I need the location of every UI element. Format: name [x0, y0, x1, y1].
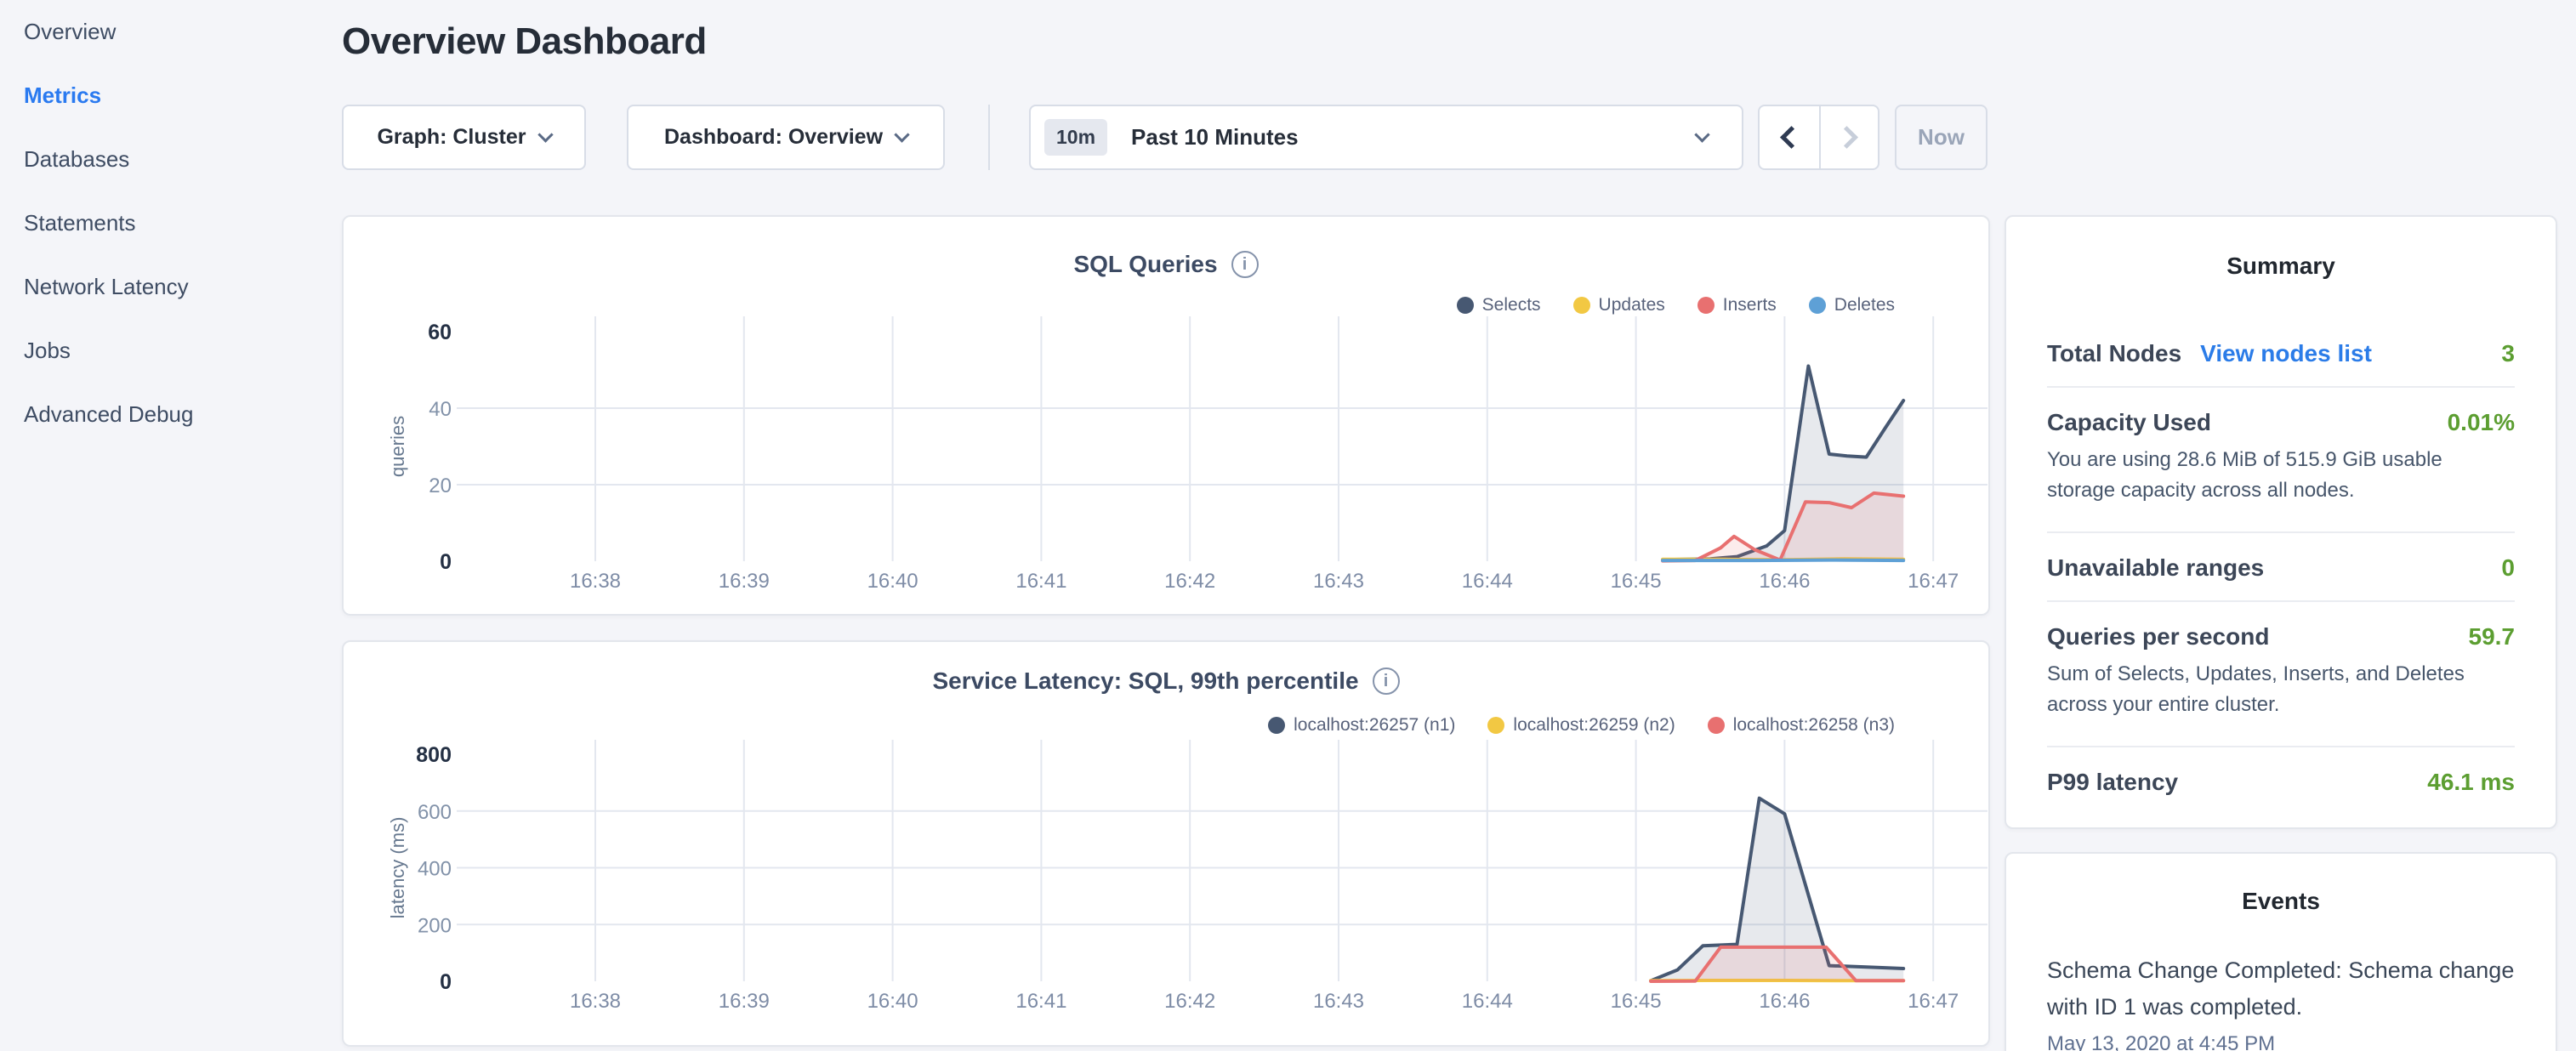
- x-axis-label: 16:40: [867, 990, 918, 1013]
- graph-dropdown-label: Graph: Cluster: [377, 125, 526, 150]
- time-range-badge: 10m: [1044, 119, 1107, 156]
- summary-row-value: 59.7: [2469, 623, 2516, 650]
- summary-row-label: Unavailable ranges: [2047, 554, 2264, 582]
- summary-row-description: Sum of Selects, Updates, Inserts, and De…: [2047, 657, 2515, 734]
- x-axis-label: 16:38: [570, 570, 621, 593]
- x-axis-label: 16:40: [867, 570, 918, 593]
- summary-row-label: Queries per second: [2047, 623, 2269, 650]
- y-axis-label: 20: [429, 474, 452, 497]
- x-axis-label: 16:41: [1015, 570, 1066, 593]
- sidebar-item-jobs[interactable]: Jobs: [0, 319, 340, 383]
- x-axis-label: 16:38: [570, 990, 621, 1013]
- x-axis-label: 16:47: [1908, 990, 1959, 1013]
- view-nodes-list-link[interactable]: View nodes list: [2200, 340, 2372, 367]
- summary-row-description: You are using 28.6 MiB of 515.9 GiB usab…: [2047, 443, 2515, 520]
- x-axis-label: 16:43: [1313, 570, 1364, 593]
- y-axis-label: 40: [429, 398, 452, 421]
- summary-panel: Summary Total Nodes View nodes list 3 Ca…: [2005, 215, 2557, 829]
- x-axis-label: 16:42: [1164, 570, 1215, 593]
- summary-row-unavailable-ranges: Unavailable ranges 0: [2047, 533, 2515, 588]
- x-axis-label: 16:39: [719, 990, 770, 1013]
- summary-rows: Total Nodes View nodes list 3 Capacity U…: [2047, 319, 2515, 803]
- summary-row-value: 3: [2501, 340, 2515, 367]
- x-axis-label: 16:39: [719, 570, 770, 593]
- y-axis-label: 200: [418, 914, 452, 937]
- x-axis-label: 16:43: [1313, 990, 1364, 1013]
- x-axis-label: 16:44: [1462, 990, 1513, 1013]
- series-line: [1663, 560, 1903, 561]
- now-button[interactable]: Now: [1895, 105, 1987, 170]
- admin-ui-page: Overview Metrics Databases Statements Ne…: [0, 0, 2576, 1051]
- events-title: Events: [2047, 888, 2515, 915]
- sidebar-item-statements[interactable]: Statements: [0, 191, 340, 255]
- summary-row-value: 46.1 ms: [2427, 769, 2515, 796]
- dashboard-dropdown[interactable]: Dashboard: Overview: [627, 105, 945, 170]
- y-axis-label: 400: [418, 858, 452, 881]
- chevron-down-icon: [1694, 127, 1709, 142]
- y-axis-label: 0: [440, 550, 452, 574]
- x-axis-label: 16:45: [1611, 570, 1662, 593]
- time-range-dropdown[interactable]: 10m Past 10 Minutes: [1029, 105, 1743, 170]
- y-axis-unit-label: queries: [387, 416, 408, 477]
- x-axis-label: 16:41: [1015, 990, 1066, 1013]
- summary-row-capacity-used: Capacity Used 0.01%: [2047, 388, 2515, 443]
- summary-row-label: Total Nodes: [2047, 340, 2181, 367]
- dashboard-dropdown-label: Dashboard: Overview: [664, 125, 883, 150]
- sidebar-item-databases[interactable]: Databases: [0, 128, 340, 191]
- sidebar-item-overview[interactable]: Overview: [0, 0, 340, 64]
- event-message[interactable]: Schema Change Completed: Schema change w…: [2047, 952, 2515, 1025]
- time-range-label: Past 10 Minutes: [1131, 124, 1299, 151]
- y-axis-unit-label: latency (ms): [387, 817, 408, 919]
- previous-time-button[interactable]: [1760, 106, 1819, 168]
- page-title: Overview Dashboard: [342, 20, 707, 63]
- time-step-buttons: [1758, 105, 1879, 170]
- x-axis-label: 16:46: [1759, 990, 1810, 1013]
- summary-row-p99-latency: P99 latency 46.1 ms: [2047, 747, 2515, 803]
- service-latency-chart: 16:38 16:39 16:40 16:41 16:42 16:43 16:44 16:45…: [344, 642, 1992, 1048]
- summary-row-label: Capacity Used: [2047, 409, 2211, 436]
- graph-dropdown[interactable]: Graph: Cluster: [342, 105, 586, 170]
- sidebar: Overview Metrics Databases Statements Ne…: [0, 0, 340, 1051]
- event-timestamp: May 13, 2020 at 4:45 PM: [2047, 1032, 2515, 1051]
- summary-row-label: P99 latency: [2047, 769, 2178, 796]
- y-axis-label: 0: [440, 970, 452, 994]
- x-axis-label: 16:45: [1611, 990, 1662, 1013]
- sidebar-item-advanced-debug[interactable]: Advanced Debug: [0, 383, 340, 446]
- y-axis-label: 600: [418, 801, 452, 824]
- chevron-down-icon: [894, 127, 909, 142]
- summary-title: Summary: [2047, 253, 2515, 280]
- summary-row-value: 0: [2501, 554, 2515, 582]
- sql-queries-chart-card: SQL Queries i SelectsUpdatesInsertsDelet…: [342, 215, 1990, 616]
- next-time-button[interactable]: [1819, 106, 1879, 168]
- sql-queries-chart: 16:38 16:39 16:40 16:41 16:42 16:43 16:44 16:45…: [344, 217, 1992, 617]
- events-panel: Events Schema Change Completed: Schema c…: [2005, 852, 2557, 1051]
- x-axis-label: 16:44: [1462, 570, 1513, 593]
- service-latency-chart-card: Service Latency: SQL, 99th percentile i …: [342, 640, 1990, 1047]
- x-axis-label: 16:47: [1908, 570, 1959, 593]
- sidebar-item-network-latency[interactable]: Network Latency: [0, 255, 340, 319]
- sidebar-item-metrics[interactable]: Metrics: [0, 64, 340, 128]
- chevron-left-icon: [1780, 126, 1803, 149]
- x-axis-label: 16:46: [1759, 570, 1810, 593]
- y-axis-label: 60: [428, 321, 452, 344]
- x-axis-label: 16:42: [1164, 990, 1215, 1013]
- chevron-right-icon: [1835, 126, 1858, 149]
- toolbar-divider: [988, 105, 990, 170]
- summary-row-queries-per-second: Queries per second 59.7: [2047, 602, 2515, 657]
- summary-row-total-nodes: Total Nodes View nodes list 3: [2047, 319, 2515, 374]
- chevron-down-icon: [537, 127, 553, 142]
- y-axis-label: 800: [416, 743, 452, 767]
- summary-row-value: 0.01%: [2448, 409, 2515, 436]
